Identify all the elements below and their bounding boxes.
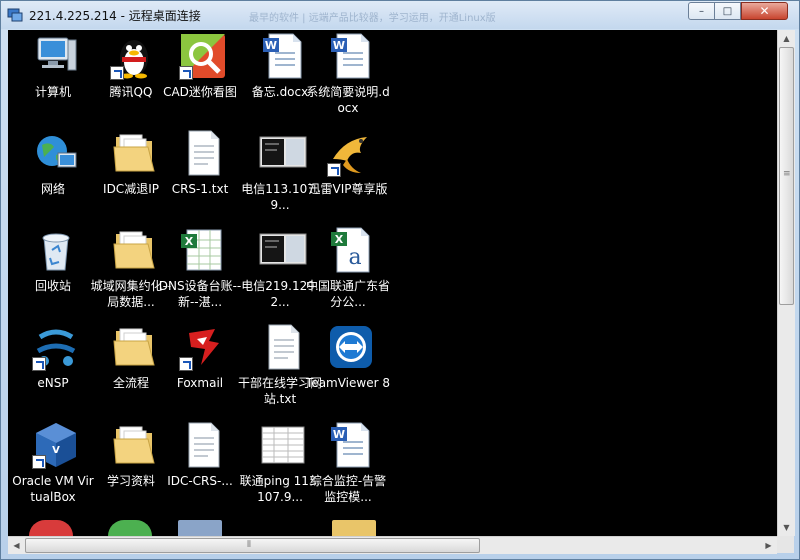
vertical-scroll-thumb[interactable]: ≡ xyxy=(779,47,794,305)
remote-desktop-window: 221.4.225.214 - 远程桌面连接 最早的软件 | 远端产品比较器，学… xyxy=(0,0,800,560)
desktop-icon-label: 网络 xyxy=(40,182,65,196)
text-file-icon xyxy=(268,324,300,370)
svg-text:V: V xyxy=(52,445,60,456)
desktop-icon-label: eNSP xyxy=(37,376,69,390)
shortcut-arrow-icon xyxy=(32,357,46,371)
remote-desktop-area[interactable]: 计算机 腾讯QQ CAD迷你看图 W 备忘.docx W 系统简要说明.docx 网络 IDC减… xyxy=(8,30,777,536)
vertical-scrollbar[interactable]: ▲ ≡ ▼ xyxy=(777,30,795,536)
horizontal-scrollbar[interactable]: ◀ ⦀ ▶ xyxy=(8,536,777,554)
horizontal-scroll-thumb[interactable]: ⦀ xyxy=(25,538,480,553)
desktop-icon[interactable]: Foxmail xyxy=(158,323,242,419)
desktop-icon[interactable]: 回收站 xyxy=(11,226,95,322)
shortcut-arrow-icon xyxy=(179,66,193,80)
desktop-icon-partial[interactable] xyxy=(108,520,152,536)
desktop-icon-label: 中国联通广东省分公... xyxy=(306,279,391,309)
svg-text:X: X xyxy=(185,235,194,248)
shortcut-arrow-icon xyxy=(327,163,341,177)
desktop-icon[interactable]: W 系统简要说明.docx xyxy=(306,32,390,128)
recycle-bin-icon xyxy=(42,233,70,271)
spreadsheet-image-icon xyxy=(261,426,305,464)
folder-icon xyxy=(113,231,155,269)
title-bar[interactable]: 221.4.225.214 - 远程桌面连接 最早的软件 | 远端产品比较器，学… xyxy=(1,1,799,29)
minimize-button[interactable]: – xyxy=(688,2,715,20)
desktop-icon[interactable]: W 综合监控-告警监控模... xyxy=(306,421,390,517)
desktop-icon-label: DNS设备台账--新--湛... xyxy=(158,279,242,309)
desktop-icon[interactable]: V Oracle VM VirtualBox xyxy=(11,421,95,517)
maximize-button[interactable]: □ xyxy=(714,2,741,20)
desktop-icon[interactable]: 网络 xyxy=(11,129,95,225)
desktop-icon-label: IDC-CRS-... xyxy=(167,474,233,488)
scroll-down-arrow[interactable]: ▼ xyxy=(778,519,795,536)
close-icon: ✕ xyxy=(759,4,770,18)
desktop-icon-label: CAD迷你看图 xyxy=(163,85,237,99)
desktop-icon-label: Oracle VM VirtualBox xyxy=(12,474,94,504)
window-title: 221.4.225.214 - 远程桌面连接 xyxy=(29,9,201,23)
network-globe-icon xyxy=(37,136,77,168)
scroll-up-arrow[interactable]: ▲ xyxy=(778,30,795,47)
desktop-icon[interactable]: a X 中国联通广东省分公... xyxy=(306,226,390,322)
svg-text:a: a xyxy=(348,245,361,270)
scroll-grip-icon: ≡ xyxy=(783,169,791,179)
desktop-icon[interactable]: X DNS设备台账--新--湛... xyxy=(158,226,242,322)
desktop-icon[interactable]: TeamViewer 8 xyxy=(306,323,390,419)
desktop-icon-label: CRS-1.txt xyxy=(171,182,229,196)
svg-text:W: W xyxy=(333,39,345,52)
word-document-icon: W xyxy=(331,33,370,79)
desktop-icon-label: 迅雷VIP尊享版 xyxy=(308,182,388,196)
maximize-icon: □ xyxy=(722,5,733,17)
computer-icon xyxy=(37,37,77,71)
screenshot-image-icon xyxy=(259,233,307,265)
desktop-icon[interactable]: 计算机 xyxy=(11,32,95,128)
desktop-icon-partial[interactable] xyxy=(332,520,376,536)
desktop-icon-label: TeamViewer 8 xyxy=(306,376,390,390)
folder-icon xyxy=(113,134,155,172)
shortcut-arrow-icon xyxy=(32,455,46,469)
svg-text:X: X xyxy=(335,233,344,246)
desktop-icon-label: 计算机 xyxy=(34,85,71,99)
desktop-icon-partial[interactable] xyxy=(178,520,222,536)
desktop-icon-partial[interactable] xyxy=(29,520,73,536)
remote-desktop-app-icon xyxy=(7,8,23,22)
desktop-icon-label: Foxmail xyxy=(176,376,224,390)
scrollbar-corner xyxy=(777,536,794,553)
screenshot-image-icon xyxy=(259,136,307,168)
desktop-icon-label: 综合监控-告警监控模... xyxy=(309,474,387,504)
word-document-icon: W xyxy=(263,33,302,79)
scroll-right-arrow[interactable]: ▶ xyxy=(760,537,777,554)
text-file-icon xyxy=(188,130,220,176)
text-file-icon xyxy=(188,422,220,468)
window-title-ghost-text: 最早的软件 | 远端产品比较器，学习运用，开通Linux版 xyxy=(249,13,496,24)
word-document-icon: W xyxy=(331,422,370,468)
teamviewer-icon xyxy=(330,326,372,368)
desktop-icon[interactable]: 迅雷VIP尊享版 xyxy=(306,129,390,225)
desktop-icon[interactable]: CAD迷你看图 xyxy=(158,32,242,128)
desktop-icon[interactable]: CRS-1.txt xyxy=(158,129,242,225)
close-button[interactable]: ✕ xyxy=(741,2,788,20)
shortcut-arrow-icon xyxy=(110,66,124,80)
desktop-icon[interactable]: IDC-CRS-... xyxy=(158,421,242,517)
excel-file-icon: aX xyxy=(331,227,370,273)
svg-text:W: W xyxy=(333,428,345,441)
desktop-icon[interactable]: eNSP xyxy=(11,323,95,419)
scroll-grip-icon: ⦀ xyxy=(247,540,251,550)
desktop-icon-label: 系统简要说明.docx xyxy=(306,85,390,115)
excel-spreadsheet-icon: X xyxy=(181,229,222,271)
folder-icon xyxy=(113,426,155,464)
desktop-icon-label: 回收站 xyxy=(34,279,71,293)
scroll-left-arrow[interactable]: ◀ xyxy=(8,537,25,554)
shortcut-arrow-icon xyxy=(179,357,193,371)
svg-text:W: W xyxy=(265,39,277,52)
folder-icon xyxy=(113,328,155,366)
minimize-icon: – xyxy=(699,5,704,17)
